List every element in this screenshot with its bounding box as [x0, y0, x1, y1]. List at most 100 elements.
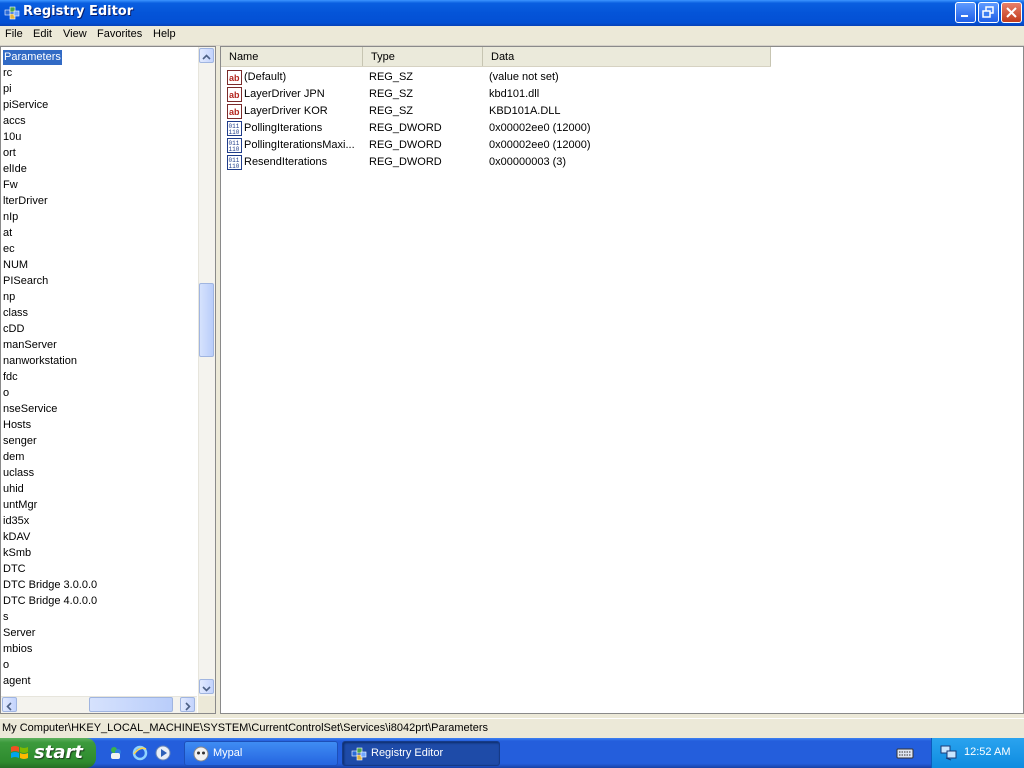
tree-item[interactable]: agent [3, 674, 31, 689]
tree-item[interactable]: kSmb [3, 546, 31, 561]
tree-item[interactable]: accs [3, 114, 26, 129]
tree-item[interactable]: at [3, 226, 12, 241]
menu-view[interactable]: View [63, 28, 87, 40]
tree-item[interactable]: ort [3, 146, 16, 161]
tree-item[interactable]: Server [3, 626, 35, 641]
tree-item[interactable]: rc [3, 66, 12, 81]
tree-item[interactable]: fdc [3, 370, 18, 385]
value-row[interactable]: ab LayerDriver JPN REG_SZ kbd101.dll [221, 86, 781, 103]
keyboard-icon[interactable] [896, 746, 914, 760]
scroll-up-button[interactable] [199, 48, 214, 63]
tree-item[interactable]: PISearch [3, 274, 48, 289]
value-name: PollingIterationsMaxi... [244, 139, 355, 151]
value-row[interactable]: 011 110 PollingIterations REG_DWORD 0x00002e… [221, 120, 781, 137]
start-button[interactable]: start [0, 738, 96, 768]
tree-item[interactable]: manServer [3, 338, 57, 353]
tree-item[interactable]: Parameters [3, 50, 62, 65]
tree-item[interactable]: kDAV [3, 530, 30, 545]
tree-item[interactable]: nIp [3, 210, 18, 225]
tree-horizontal-scrollbar[interactable] [1, 696, 197, 713]
column-header: Name Type Data [221, 47, 771, 67]
string-value-icon: ab [227, 70, 242, 85]
tree-item[interactable]: DTC Bridge 3.0.0.0 [3, 578, 97, 593]
tree-list: Parameters rc pi piService accs 10u ort elIde Fw… [1, 47, 197, 697]
tree-item[interactable]: id35x [3, 514, 29, 529]
tree-item[interactable]: nseService [3, 402, 57, 417]
chevron-down-icon [202, 686, 211, 692]
value-data: (value not set) [489, 71, 559, 83]
string-value-icon: ab [227, 104, 242, 119]
tree-item[interactable]: mbios [3, 642, 32, 657]
value-type: REG_SZ [369, 105, 414, 117]
value-data: kbd101.dll [489, 88, 540, 100]
tree-item[interactable]: np [3, 290, 15, 305]
column-data[interactable]: Data [483, 47, 771, 66]
tree-item[interactable]: elIde [3, 162, 27, 177]
tree-item[interactable]: class [3, 306, 28, 321]
taskbar-button-label: Registry Editor [371, 747, 444, 759]
title-bar[interactable]: Registry Editor [0, 0, 1024, 26]
minimize-button[interactable] [955, 2, 976, 23]
menu-file[interactable]: File [5, 28, 23, 40]
menu-bar: File Edit View Favorites Help [0, 26, 1024, 46]
tree-item[interactable]: NUM [3, 258, 28, 273]
start-label: start [34, 742, 83, 763]
tree-item[interactable]: lterDriver [3, 194, 48, 209]
tree-item[interactable]: DTC Bridge 4.0.0.0 [3, 594, 97, 609]
binary-value-icon: 011110 [227, 121, 242, 136]
status-path: My Computer\HKEY_LOCAL_MACHINE\SYSTEM\Cu… [2, 722, 489, 734]
binary-value-icon: 011110 [227, 155, 242, 170]
tree-item[interactable]: Fw [3, 178, 18, 193]
tree-item[interactable]: nanworkstation [3, 354, 77, 369]
svg-text:ab: ab [229, 107, 240, 117]
menu-edit[interactable]: Edit [33, 28, 52, 40]
column-name[interactable]: Name [221, 47, 363, 66]
value-data: 0x00002ee0 (12000) [489, 139, 591, 151]
restore-button[interactable] [978, 2, 999, 23]
tree-item[interactable]: o [3, 658, 9, 673]
tree-item[interactable]: o [3, 386, 9, 401]
tree-item[interactable]: untMgr [3, 498, 37, 513]
value-row[interactable]: 011 110 PollingIterationsMaxi... REG_DWORD 0… [221, 137, 781, 154]
svg-text:110: 110 [229, 129, 240, 136]
tree-vertical-scrollbar[interactable] [198, 47, 215, 697]
tree-item[interactable]: uhid [3, 482, 24, 497]
tree-item[interactable]: uclass [3, 466, 34, 481]
menu-help[interactable]: Help [153, 28, 176, 40]
scroll-right-button[interactable] [180, 697, 195, 712]
tree-item[interactable]: Hosts [3, 418, 31, 433]
tree-item[interactable]: 10u [3, 130, 21, 145]
scroll-left-button[interactable] [2, 697, 17, 712]
taskbar-button-registry-editor[interactable]: Registry Editor [342, 741, 500, 766]
value-data: 0x00002ee0 (12000) [489, 122, 591, 134]
binary-value-icon: 011110 [227, 138, 242, 153]
tree-item[interactable]: pi [3, 82, 12, 97]
media-player-icon[interactable] [155, 745, 171, 761]
scroll-thumb[interactable] [199, 283, 214, 357]
values-list[interactable]: Name Type Data ab (Default) REG_SZ (value n… [220, 46, 1024, 714]
registry-tree[interactable]: Parameters rc pi piService accs 10u ort elIde Fw… [0, 46, 216, 714]
svg-text:ab: ab [229, 73, 240, 83]
tree-item[interactable]: cDD [3, 322, 24, 337]
tree-item[interactable]: piService [3, 98, 48, 113]
tree-item[interactable]: DTC [3, 562, 26, 577]
tree-item[interactable]: s [3, 610, 9, 625]
messenger-icon[interactable] [108, 745, 124, 761]
close-button[interactable] [1001, 2, 1022, 23]
tree-item[interactable]: ec [3, 242, 15, 257]
scroll-down-button[interactable] [199, 679, 214, 694]
tree-item[interactable]: dem [3, 450, 24, 465]
horizontal-scroll-thumb[interactable] [89, 697, 173, 712]
value-row[interactable]: 011 110 ResendIterations REG_DWORD 0x0000000… [221, 154, 781, 171]
scroll-corner [198, 696, 215, 713]
value-row[interactable]: ab (Default) REG_SZ (value not set) [221, 69, 781, 86]
chevron-right-icon [185, 702, 191, 711]
value-row[interactable]: ab LayerDriver KOR REG_SZ KBD101A.DLL [221, 103, 781, 120]
network-icon[interactable] [940, 745, 958, 761]
internet-explorer-icon[interactable] [132, 745, 148, 761]
taskbar: start Mypal Registry Editor 12:52 AM [0, 738, 1024, 768]
column-type[interactable]: Type [363, 47, 483, 66]
tree-item[interactable]: senger [3, 434, 37, 449]
taskbar-button-mypal[interactable]: Mypal [184, 741, 338, 766]
menu-favorites[interactable]: Favorites [97, 28, 142, 40]
